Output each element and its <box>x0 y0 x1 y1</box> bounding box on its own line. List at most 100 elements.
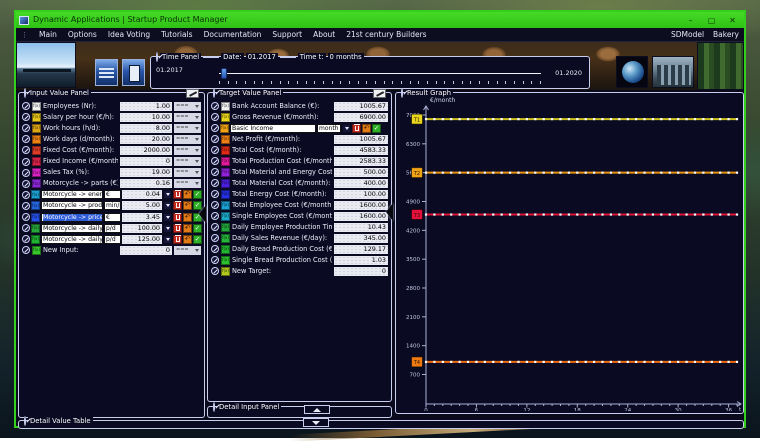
value-field[interactable]: 1005.67 <box>334 102 388 111</box>
value-field[interactable]: 3.45 <box>122 213 162 222</box>
function-dropdown[interactable]: === <box>174 135 201 144</box>
value-field[interactable]: 400.00 <box>334 179 388 188</box>
chart-view-button[interactable] <box>95 59 118 86</box>
menu-item-sdmodel[interactable]: SDModel <box>671 30 704 39</box>
function-dropdown[interactable]: === <box>174 179 201 188</box>
menu-item-about[interactable]: About <box>313 30 335 39</box>
collapse-handle[interactable] <box>199 205 206 223</box>
value-field[interactable]: 0 <box>334 267 388 276</box>
name-edit-field[interactable]: Motorcycle -> price <box>41 213 103 222</box>
menu-item-support[interactable]: Support <box>272 30 302 39</box>
function-dropdown[interactable]: === <box>174 168 201 177</box>
name-edit-field[interactable]: Basic Income <box>230 124 316 133</box>
undo-button[interactable]: ↶ <box>183 190 192 199</box>
delete-button[interactable] <box>173 190 182 199</box>
function-dropdown[interactable]: === <box>174 102 201 111</box>
function-dropdown[interactable]: === <box>174 246 201 255</box>
delete-button[interactable] <box>173 235 182 244</box>
confirm-button[interactable]: ✓ <box>193 190 202 199</box>
undo-button[interactable]: ↶ <box>183 201 192 210</box>
dropdown-button[interactable] <box>163 224 172 233</box>
exit-door-button[interactable] <box>122 59 145 86</box>
unit-field[interactable]: € <box>104 213 121 222</box>
pier-photo-thumbnail[interactable] <box>16 42 76 88</box>
menu-item-21st-century-builders[interactable]: 21st century Builders <box>346 30 426 39</box>
delete-button[interactable] <box>352 124 361 133</box>
gauge-icon <box>22 235 30 243</box>
value-field[interactable]: 2583.33 <box>334 157 388 166</box>
value-field[interactable]: 500.00 <box>334 168 388 177</box>
time-slider[interactable] <box>219 72 541 75</box>
menu-item-documentation[interactable]: Documentation <box>204 30 262 39</box>
collapse-handle[interactable] <box>386 203 393 221</box>
city-photo-thumbnail[interactable] <box>652 56 694 88</box>
dropdown-button[interactable] <box>163 213 172 222</box>
confirm-button[interactable]: ✓ <box>372 124 381 133</box>
menu-item-bakery[interactable]: Bakery <box>713 30 739 39</box>
expand-up-button[interactable] <box>304 405 330 414</box>
undo-button[interactable]: ↶ <box>362 124 371 133</box>
delete-button[interactable] <box>173 213 182 222</box>
value-field[interactable]: 1600.00 <box>334 212 388 221</box>
dropdown-button[interactable] <box>163 235 172 244</box>
value-field[interactable]: 2000.00 <box>120 146 172 155</box>
value-field[interactable]: 1.00 <box>120 102 172 111</box>
value-field[interactable]: 1.03 <box>334 256 388 265</box>
name-edit-field[interactable]: Motorcycle -> daily sales <box>41 224 103 233</box>
dropdown-button[interactable] <box>342 124 351 133</box>
row-label: Single Employee Cost (€/month): <box>232 212 332 221</box>
function-dropdown[interactable]: === <box>174 157 201 166</box>
result-graph[interactable]: €/month700140021002800350042004900560063… <box>396 93 743 411</box>
undo-button[interactable]: ↶ <box>183 235 192 244</box>
value-field[interactable]: 1600.00 <box>334 201 388 210</box>
unit-field[interactable]: p/d <box>104 235 121 244</box>
chevron-down-icon <box>195 138 199 141</box>
value-field[interactable]: 1005.67 <box>334 135 388 144</box>
name-edit-field[interactable]: Motorcycle -> daily product <box>41 235 103 244</box>
expand-down-button[interactable] <box>303 418 329 427</box>
value-field[interactable]: 6900.00 <box>334 113 388 122</box>
confirm-button[interactable]: ✓ <box>193 224 202 233</box>
value-field[interactable]: 10.00 <box>120 113 172 122</box>
unit-field[interactable]: min/p <box>104 201 121 210</box>
delete-button[interactable] <box>173 201 182 210</box>
function-dropdown[interactable]: === <box>174 124 201 133</box>
value-field[interactable]: 0 <box>120 246 172 255</box>
close-button[interactable]: ✕ <box>724 14 741 27</box>
name-edit-field[interactable]: Motorcycle -> energy cost <box>41 190 103 199</box>
value-field[interactable]: 20.00 <box>120 135 172 144</box>
value-field[interactable]: 0.16 <box>120 179 172 188</box>
value-field[interactable]: 10.43 <box>334 223 388 232</box>
value-field[interactable]: 19.00 <box>120 168 172 177</box>
value-field[interactable]: 129.17 <box>334 245 388 254</box>
value-field[interactable]: 100.00 <box>334 190 388 199</box>
value-field[interactable]: 0.04 <box>122 190 162 199</box>
unit-field[interactable]: p/d <box>104 224 121 233</box>
maximize-button[interactable]: ▢ <box>703 14 720 27</box>
name-edit-field[interactable]: Motorcycle -> production ti <box>41 201 103 210</box>
menu-item-idea-voting[interactable]: Idea Voting <box>108 30 150 39</box>
value-field[interactable]: 8.00 <box>120 124 172 133</box>
function-dropdown[interactable]: === <box>174 146 201 155</box>
dropdown-button[interactable] <box>163 190 172 199</box>
menu-item-options[interactable]: Options <box>68 30 97 39</box>
value-field[interactable]: 345.00 <box>334 234 388 243</box>
value-field[interactable]: 100.00 <box>122 224 162 233</box>
menu-item-tutorials[interactable]: Tutorials <box>161 30 192 39</box>
value-field[interactable]: 125.00 <box>122 235 162 244</box>
function-dropdown[interactable]: === <box>174 113 201 122</box>
minimize-button[interactable]: – <box>682 14 699 27</box>
value-field[interactable]: 0 <box>120 157 172 166</box>
menu-item-main[interactable]: Main <box>39 30 57 39</box>
undo-button[interactable]: ↶ <box>183 224 192 233</box>
value-field[interactable]: 4583.33 <box>334 146 388 155</box>
earth-photo-thumbnail[interactable] <box>616 56 648 88</box>
delete-button[interactable] <box>173 224 182 233</box>
undo-button[interactable]: ↶ <box>183 213 192 222</box>
confirm-button[interactable]: ✓ <box>193 235 202 244</box>
unit-field[interactable]: € <box>104 190 121 199</box>
value-field[interactable]: 5.00 <box>122 201 162 210</box>
time-slider-thumb[interactable] <box>221 68 227 79</box>
unit-field[interactable]: month <box>317 124 341 133</box>
dropdown-button[interactable] <box>163 201 172 210</box>
